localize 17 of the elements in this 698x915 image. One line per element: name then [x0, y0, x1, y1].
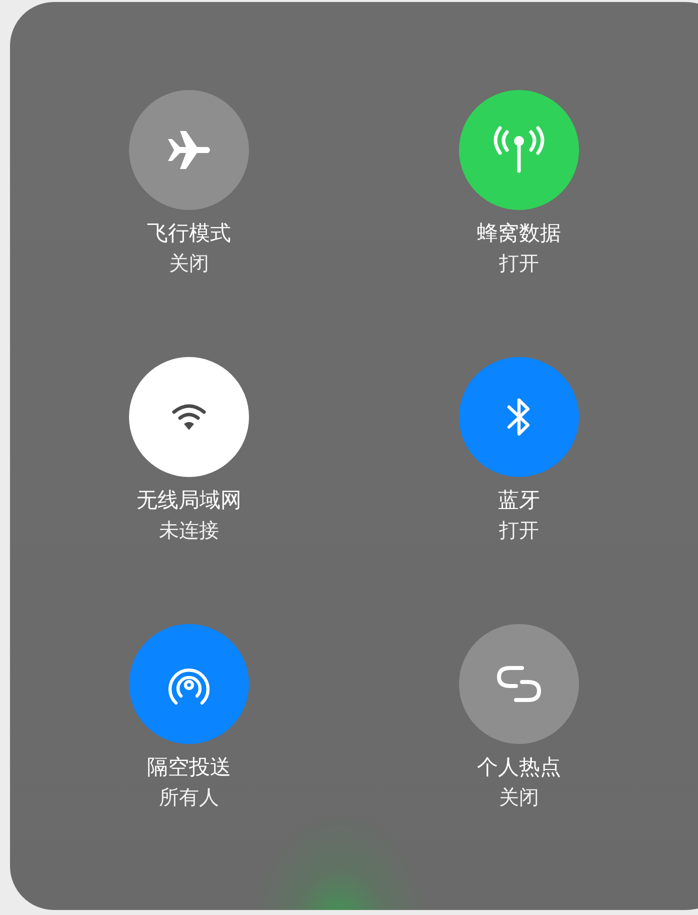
- airplane-icon: [166, 131, 212, 169]
- toggle-status: 关闭: [499, 784, 539, 811]
- bluetooth-icon: [506, 396, 532, 438]
- antenna-icon: [492, 126, 546, 174]
- toggle-status: 打开: [499, 517, 539, 544]
- toggle-label: 隔空投送: [147, 754, 231, 781]
- wifi-icon: [171, 403, 207, 431]
- toggle-status: 所有人: [159, 784, 219, 811]
- link-icon: [494, 663, 544, 705]
- toggle-label: 个人热点: [477, 754, 561, 781]
- toggle-label: 蓝牙: [498, 487, 540, 514]
- toggle-label: 飞行模式: [147, 220, 231, 247]
- toggle-status: 关闭: [169, 250, 209, 277]
- toggle-status: 打开: [499, 250, 539, 277]
- toggle-label: 蜂窝数据: [477, 220, 561, 247]
- toggle-status: 未连接: [159, 517, 219, 544]
- toggle-label: 无线局域网: [136, 487, 242, 514]
